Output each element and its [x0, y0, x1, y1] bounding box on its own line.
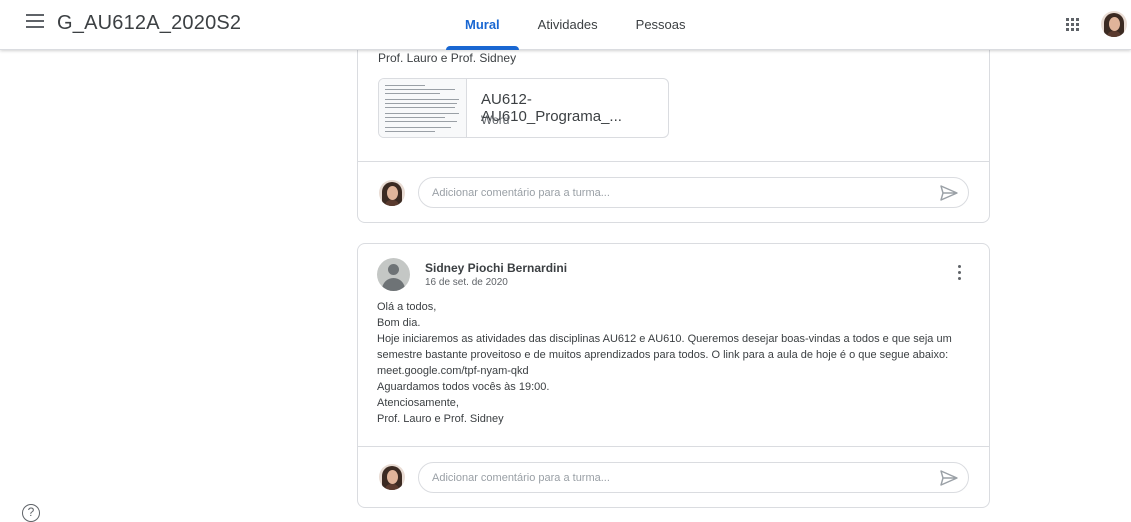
help-icon[interactable]: ?: [22, 504, 40, 522]
tab-atividades[interactable]: Atividades: [519, 0, 617, 50]
top-app-bar: G_AU612A_2020S2 Mural Atividades Pessoas: [0, 0, 1131, 50]
class-comment-input[interactable]: [432, 185, 912, 201]
post-body-link[interactable]: meet.google.com/tpf-nyam-qkd: [377, 363, 977, 379]
announcement-card: Prof. Lauro e Prof. Sidney AU612-AU610_P…: [357, 30, 990, 223]
post-body-line: Atenciosamente,: [377, 397, 459, 409]
class-comment-box: [418, 177, 969, 208]
send-icon[interactable]: [940, 470, 958, 486]
more-options-icon[interactable]: [955, 265, 963, 283]
class-title[interactable]: G_AU612A_2020S2: [57, 12, 241, 35]
attachment-type: Word: [481, 113, 510, 127]
google-apps-icon[interactable]: [1066, 18, 1080, 32]
divider: [358, 161, 989, 162]
class-comment-input[interactable]: [432, 470, 912, 486]
post-body-line: Aguardamos todos vocês às 19:00.: [377, 381, 550, 393]
announcement-card: Sidney Piochi Bernardini 16 de set. de 2…: [357, 243, 990, 508]
commenter-avatar: [379, 180, 405, 206]
document-thumbnail-icon: [379, 79, 467, 137]
post-body-line: semestre bastante proveitoso e de muitos…: [377, 349, 949, 361]
commenter-avatar: [379, 464, 405, 490]
tab-mural[interactable]: Mural: [446, 0, 519, 50]
author-avatar: [377, 258, 410, 291]
hamburger-menu-icon[interactable]: [26, 14, 44, 28]
class-comment-box: [418, 462, 969, 493]
send-icon[interactable]: [940, 185, 958, 201]
post-author[interactable]: Sidney Piochi Bernardini: [425, 261, 567, 275]
divider: [358, 446, 989, 447]
tab-pessoas[interactable]: Pessoas: [617, 0, 705, 50]
post-body-line: Hoje iniciaremos as atividades das disci…: [377, 333, 952, 345]
post-date: 16 de set. de 2020: [425, 277, 508, 288]
post-body-line: Bom dia.: [377, 317, 421, 329]
attachment-chip[interactable]: AU612-AU610_Programa_... Word: [378, 78, 669, 138]
post-signature: Prof. Lauro e Prof. Sidney: [378, 51, 517, 65]
post-body-line: Olá a todos,: [377, 301, 437, 313]
post-body-line: Prof. Lauro e Prof. Sidney: [377, 413, 504, 425]
account-avatar[interactable]: [1101, 11, 1127, 37]
tab-bar: Mural Atividades Pessoas: [446, 0, 705, 50]
post-body: Olá a todos, Bom dia. Hoje iniciaremos a…: [377, 299, 977, 427]
